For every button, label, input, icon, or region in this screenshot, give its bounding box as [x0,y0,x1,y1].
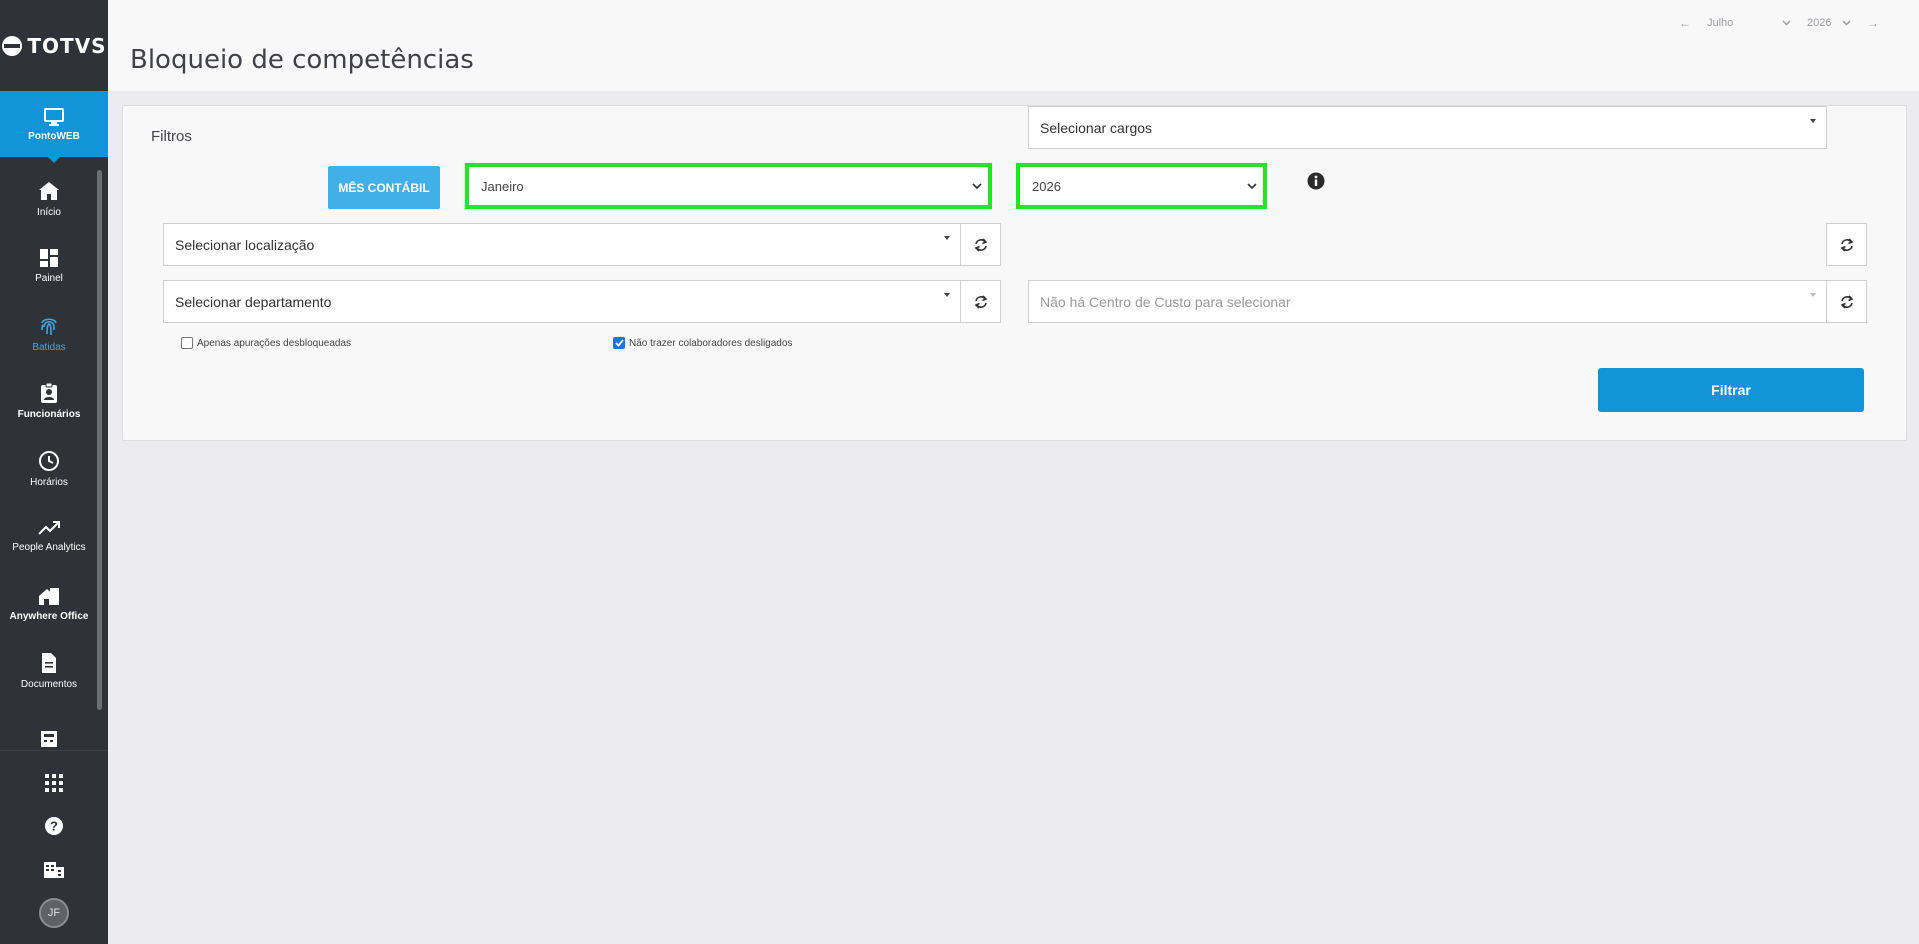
sidebar-scrollbar[interactable] [97,170,102,742]
month-select[interactable]: Janeiro [465,163,992,209]
sidebar-item-anywhere-office[interactable]: Anywhere Office [0,570,98,638]
calculator-icon [41,730,57,747]
desbloqueadas-checkbox[interactable]: Apenas apurações desbloqueadas [181,337,351,349]
localizacao-select-value: Selecionar localização [175,236,315,253]
avatar[interactable]: JF [39,898,69,928]
sidebar-item-documentos[interactable]: Documentos [0,638,98,706]
departamento-refresh-button[interactable] [960,280,1001,323]
month-select-value: Janeiro [481,178,524,194]
desligados-checkbox[interactable]: Não trazer colaboradores desligados [613,337,792,349]
sidebar-item-funcionarios[interactable]: Funcionários [0,368,98,436]
chevron-down-icon [1842,20,1851,26]
sidebar-item-inicio[interactable]: Início [0,165,98,233]
module-caret [47,156,61,163]
page-title: Bloqueio de competências [130,45,474,75]
filtrar-button[interactable]: Filtrar [1598,368,1864,412]
info-icon[interactable] [1307,172,1325,190]
sidebar-item-label: Documentos [20,679,78,691]
sidebar-item-label: Painel [35,273,63,285]
sidebar-item-painel[interactable]: Painel [0,233,98,301]
centro-custo-refresh-button[interactable] [1826,280,1867,323]
sidebar-nav: Início Painel Batidas Funcionários Horár… [0,165,98,773]
page-header: Bloqueio de competências ← Julho 2026 → [108,0,1919,91]
desbloqueadas-label: Apenas apurações desbloqueadas [197,337,352,349]
departamento-select-value: Selecionar departamento [175,293,332,310]
sidebar-item-label: Funcionários [17,409,81,421]
chevron-down-icon [972,182,982,189]
localizacao-select[interactable]: Selecionar localização [163,223,961,266]
caret-down-icon [1810,119,1816,123]
document-icon [42,653,56,674]
chevron-down-icon [1782,20,1791,26]
sidebar-item-horarios[interactable]: Horários [0,435,98,503]
caret-down-icon [1810,293,1816,297]
filters-title: Filtros [151,128,192,145]
departamento-select[interactable]: Selecionar departamento [163,280,961,323]
sidebar-item-label: Início [37,206,61,218]
sidebar-item-batidas[interactable]: Batidas [0,300,98,368]
sidebar-footer: ? JF [0,750,108,944]
mes-contabil-button[interactable]: MÊS CONTÁBIL [328,166,440,209]
cargos-select[interactable]: Selecionar cargos [1028,106,1827,149]
sidebar-item-label: Anywhere Office [9,610,89,622]
sidebar-item-people-analytics[interactable]: People Analytics [0,503,98,571]
dashboard-icon [40,249,58,268]
monitor-icon [44,107,64,126]
refresh-icon [974,294,987,309]
brand-name: TOTVS [27,33,107,58]
period-year: 2026 [1807,17,1832,29]
home-icon [39,181,59,200]
refresh-icon [974,237,987,252]
home-office-icon [39,587,59,605]
apps-icon[interactable] [42,771,66,795]
module-pontoweb[interactable]: PontoWEB [0,91,108,163]
desligados-label: Não trazer colaboradores desligados [629,337,793,349]
prev-period-icon[interactable]: ← [1679,16,1691,30]
caret-down-icon [944,293,950,297]
period-month-select[interactable]: Julho [1707,17,1791,29]
centro-custo-select[interactable]: Não há Centro de Custo para selecionar [1028,280,1827,323]
sidebar-scroll-thumb[interactable] [97,170,102,710]
company-icon[interactable] [42,857,66,881]
period-selector: ← Julho 2026 → [1679,16,1879,30]
svg-text:?: ? [50,819,58,834]
period-month: Julho [1707,17,1734,29]
localizacao-refresh-button[interactable] [960,223,1001,266]
cargos-refresh-button[interactable] [1826,223,1867,266]
sidebar-item-label: People Analytics [12,542,86,554]
cargos-select-value: Selecionar cargos [1040,119,1153,136]
badge-icon [41,382,57,404]
next-period-icon[interactable]: → [1867,16,1879,30]
chevron-down-icon [1247,182,1257,189]
sidebar: TOTVS PontoWEB Início Painel Batidas Fun… [0,0,108,944]
year-select[interactable]: 2026 [1016,163,1267,209]
totvs-logo[interactable]: TOTVS [0,0,108,91]
trending-icon [38,521,60,535]
clock-icon [39,450,59,471]
refresh-icon [1840,237,1853,252]
filters-card: Filtros MÊS CONTÁBIL Janeiro 2026 Seleci… [122,105,1907,441]
fingerprint-icon [41,318,57,335]
caret-down-icon [944,236,950,240]
checkbox-box[interactable] [181,337,193,349]
module-label: PontoWEB [28,130,80,142]
period-year-select[interactable]: 2026 [1807,17,1851,29]
sidebar-item-label: Horários [30,476,68,488]
sidebar-item-label: Batidas [32,341,66,353]
year-select-value: 2026 [1032,178,1061,194]
centro-custo-select-value: Não há Centro de Custo para selecionar [1040,293,1291,310]
checkbox-box[interactable] [613,337,625,349]
help-icon[interactable]: ? [42,814,66,838]
checkmark-icon [614,339,624,347]
totvs-logo-icon [2,35,23,56]
refresh-icon [1840,294,1853,309]
